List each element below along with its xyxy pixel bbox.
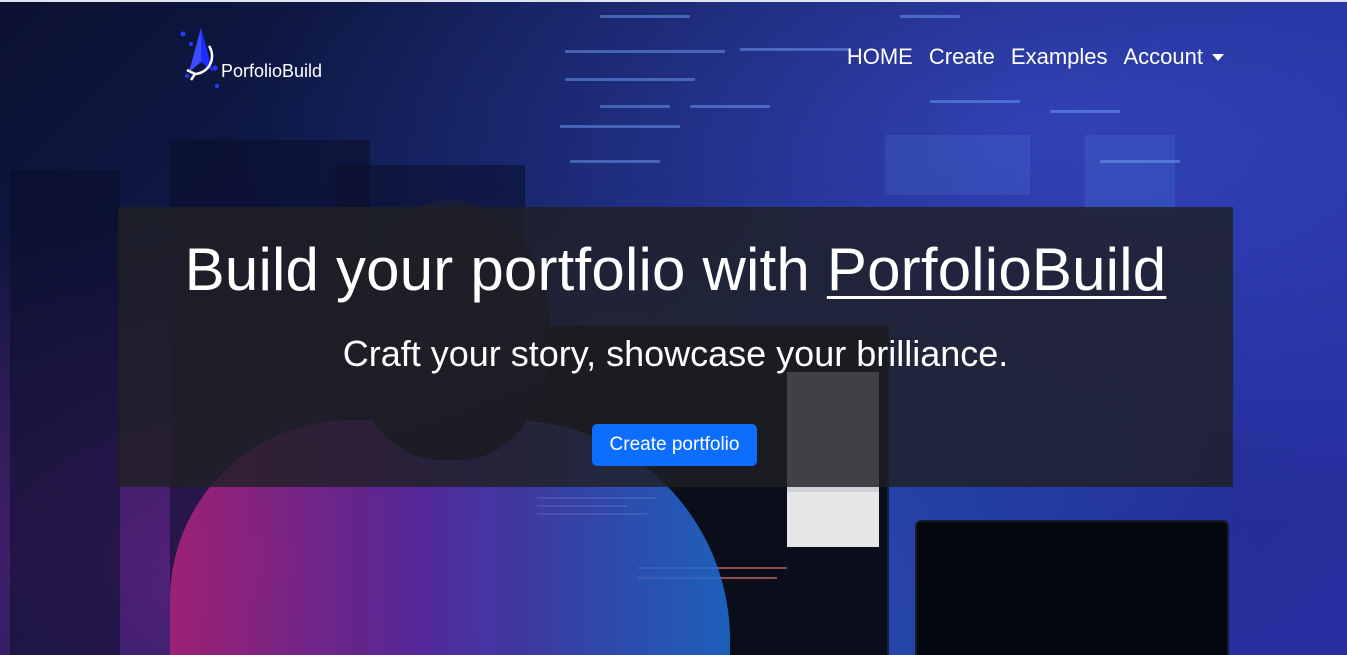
- hero-overlay-card: Build your portfolio with PorfolioBuild …: [118, 207, 1233, 487]
- background-code-line: [1100, 160, 1180, 163]
- nav-dropdown-account[interactable]: Account: [1123, 44, 1224, 70]
- background-code-line: [570, 160, 660, 163]
- hero-headline-prefix: Build your portfolio with: [184, 236, 827, 303]
- nav-link-examples[interactable]: Examples: [1011, 44, 1108, 70]
- compass-arrow-logo-icon: [175, 24, 223, 92]
- brand-name: PorfolioBuild: [221, 61, 323, 81]
- background-code-block: [1085, 135, 1175, 210]
- hero-headline-brand-link[interactable]: PorfolioBuild: [827, 236, 1166, 303]
- hero-section: PorfolioBuild HOME Create Examples Accou…: [0, 0, 1347, 655]
- monitor-image-panel: [787, 492, 879, 547]
- background-code-line: [560, 125, 680, 128]
- nav-link-home[interactable]: HOME: [847, 44, 913, 70]
- background-right-monitor: [915, 520, 1229, 655]
- nav-link-create[interactable]: Create: [929, 44, 995, 70]
- caret-down-icon: [1212, 53, 1224, 61]
- background-code-line: [1050, 110, 1120, 113]
- nav-links: HOME Create Examples Account: [831, 44, 1224, 70]
- hero-headline: Build your portfolio with PorfolioBuild: [118, 235, 1233, 304]
- navbar: PorfolioBuild HOME Create Examples Accou…: [0, 0, 1347, 110]
- background-code-block: [885, 135, 1030, 195]
- brand-link[interactable]: PorfolioBuild: [175, 22, 322, 92]
- create-portfolio-button[interactable]: Create portfolio: [592, 424, 757, 466]
- hero-tagline: Craft your story, showcase your brillian…: [342, 333, 1009, 374]
- background-shelf: [10, 170, 120, 655]
- nav-link-account-label: Account: [1123, 44, 1204, 69]
